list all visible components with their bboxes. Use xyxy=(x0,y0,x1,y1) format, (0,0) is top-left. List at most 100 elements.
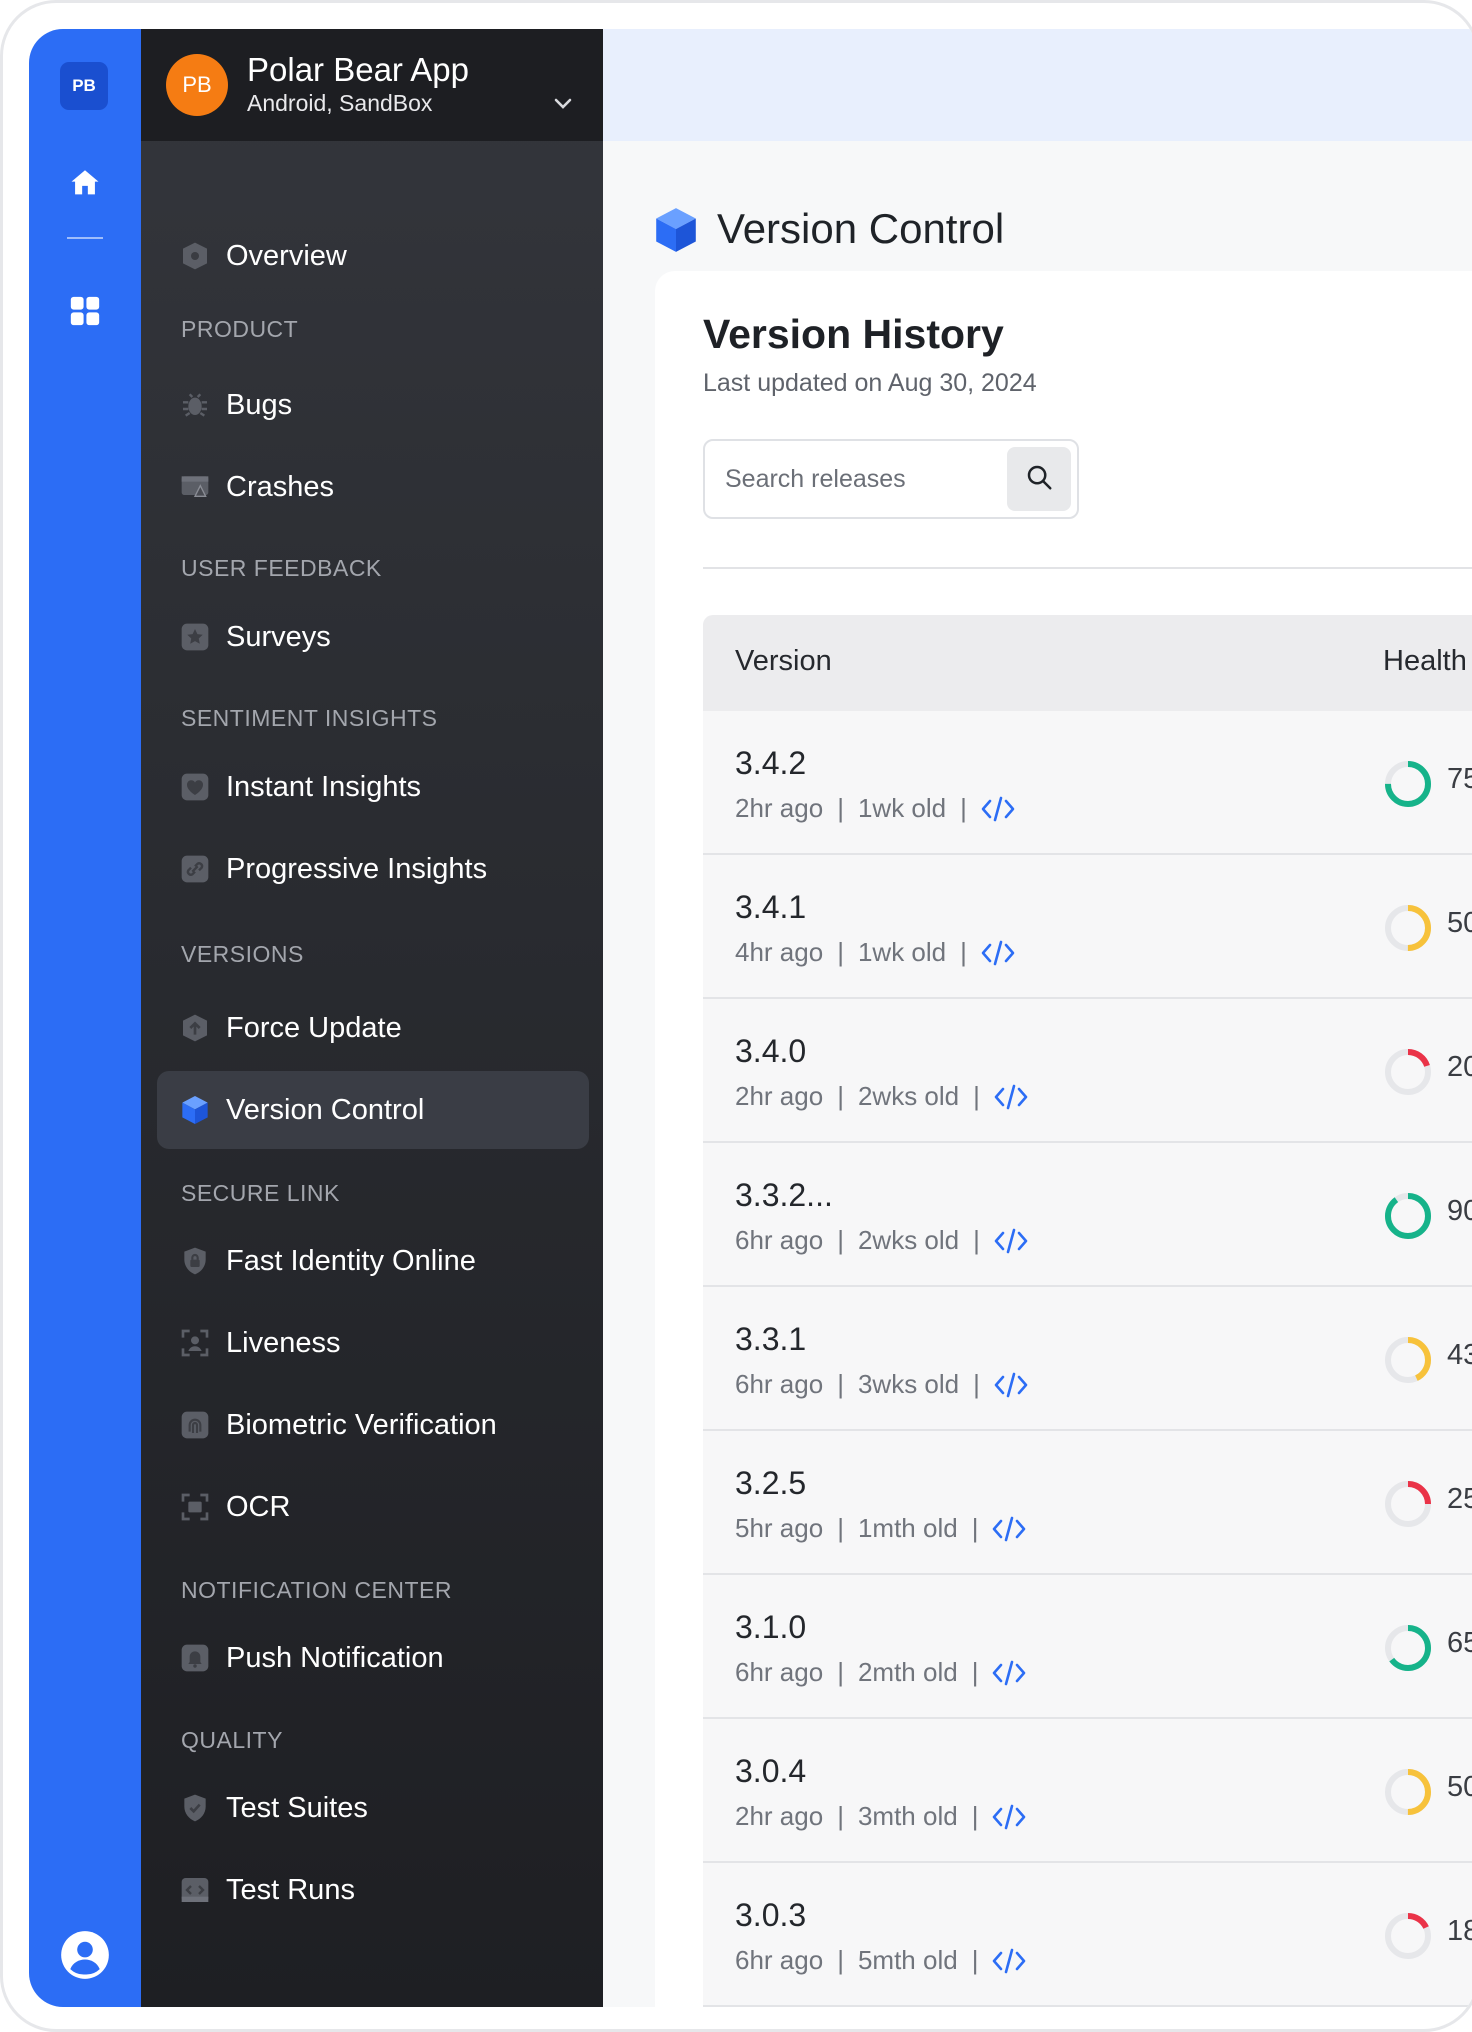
code-icon[interactable] xyxy=(981,939,1015,967)
version-number[interactable]: 3.3.1 xyxy=(735,1321,806,1358)
grid-icon[interactable] xyxy=(67,293,103,329)
nav-item-version-control[interactable]: Version Control xyxy=(157,1071,589,1149)
device-frame: PB PB Polar Bear App Android, SandBox Ov… xyxy=(0,0,1472,2032)
nav-label: Fast Identity Online xyxy=(226,1244,476,1277)
user-avatar-icon[interactable] xyxy=(59,1929,111,1981)
version-number[interactable]: 3.4.2 xyxy=(735,745,806,782)
separator: | xyxy=(837,937,844,967)
version-meta: 6hr ago | 2wks old | xyxy=(735,1225,1028,1256)
divider xyxy=(703,567,1472,569)
nav-item-bugs[interactable]: Bugs xyxy=(157,366,589,444)
nav-item-ocr[interactable]: OCR xyxy=(157,1468,589,1546)
app-avatar: PB xyxy=(166,54,228,116)
nav-item-surveys[interactable]: Surveys xyxy=(157,598,589,676)
code-icon[interactable] xyxy=(981,795,1015,823)
search-button[interactable] xyxy=(1007,447,1071,511)
release-age: 1mth old xyxy=(857,1513,958,1543)
health-score: 18 xyxy=(1447,1915,1472,1947)
release-age: 2wks old xyxy=(857,1225,960,1255)
app-screen: PB PB Polar Bear App Android, SandBox Ov… xyxy=(29,29,1472,2007)
separator: | xyxy=(971,1513,979,1543)
search-input[interactable] xyxy=(725,459,1005,499)
top-bar xyxy=(603,29,1472,141)
column-header-health[interactable]: Health xyxy=(1383,645,1467,678)
chevron-down-icon[interactable] xyxy=(553,97,573,116)
release-time: 5hr ago xyxy=(735,1513,824,1543)
release-time: 4hr ago xyxy=(735,937,824,967)
release-age: 1wk old xyxy=(857,937,947,967)
table-header: Version Health xyxy=(703,615,1472,711)
nav-item-progressive-insights[interactable]: Progressive Insights xyxy=(157,830,589,908)
nav-item-force-update[interactable]: Force Update xyxy=(157,989,589,1067)
health-ring xyxy=(1385,1769,1431,1815)
nav-item-overview[interactable]: Overview xyxy=(157,217,589,295)
column-header-version[interactable]: Version xyxy=(735,645,832,678)
table-row[interactable]: 3.0.4 2hr ago | 3mth old | 50 xyxy=(703,1719,1472,1863)
health-score: 50 xyxy=(1447,1771,1472,1803)
health-score: 65 xyxy=(1447,1627,1472,1659)
nav-label: Bugs xyxy=(226,388,293,421)
release-age: 2wks old xyxy=(857,1081,960,1111)
table-row[interactable]: 3.1.0 6hr ago | 2mth old | 65 xyxy=(703,1575,1472,1719)
version-number[interactable]: 3.0.3 xyxy=(735,1897,806,1934)
release-age: 3wks old xyxy=(857,1369,960,1399)
table-row[interactable]: 3.3.2... 6hr ago | 2wks old | 90 xyxy=(703,1143,1472,1287)
separator: | xyxy=(837,1225,844,1255)
home-icon[interactable] xyxy=(67,165,103,201)
nav-item-biometric-verification[interactable]: Biometric Verification xyxy=(157,1386,589,1464)
health-score: 25 xyxy=(1447,1483,1472,1515)
star-icon xyxy=(179,621,211,653)
separator: | xyxy=(837,793,844,823)
code-icon[interactable] xyxy=(992,1803,1026,1831)
nav-item-liveness[interactable]: Liveness xyxy=(157,1304,589,1382)
code-icon[interactable] xyxy=(992,1947,1026,1975)
table-row[interactable]: 3.4.2 2hr ago | 1wk old | 75 xyxy=(703,711,1472,855)
version-number[interactable]: 3.2.5 xyxy=(735,1465,806,1502)
nav-item-push-notification[interactable]: Push Notification xyxy=(157,1619,589,1697)
app-switcher[interactable]: PB Polar Bear App Android, SandBox xyxy=(141,29,603,141)
separator: | xyxy=(960,937,967,967)
health-ring xyxy=(1385,1337,1431,1383)
code-icon[interactable] xyxy=(994,1371,1028,1399)
table-row[interactable]: 3.0.3 6hr ago | 5mth old | 18 xyxy=(703,1863,1472,2007)
nav-label: Force Update xyxy=(226,1011,402,1044)
release-age: 5mth old xyxy=(857,1945,958,1975)
nav-item-fido[interactable]: Fast Identity Online xyxy=(157,1222,589,1300)
code-icon[interactable] xyxy=(992,1659,1026,1687)
version-meta: 2hr ago | 1wk old | xyxy=(735,793,1015,824)
fingerprint-icon xyxy=(179,1409,211,1441)
shield-check-icon xyxy=(179,1792,211,1824)
nav-item-crashes[interactable]: Crashes xyxy=(157,448,589,526)
heart-icon xyxy=(179,771,211,803)
code-icon[interactable] xyxy=(994,1227,1028,1255)
separator: | xyxy=(837,1081,844,1111)
separator: | xyxy=(837,1513,844,1543)
version-meta: 2hr ago | 3mth old | xyxy=(735,1801,1026,1832)
table-row[interactable]: 3.2.5 5hr ago | 1mth old | 25 xyxy=(703,1431,1472,1575)
code-window-icon xyxy=(179,1874,211,1906)
nav-label: Test Suites xyxy=(226,1791,368,1824)
version-number[interactable]: 3.1.0 xyxy=(735,1609,806,1646)
health-score: 50 xyxy=(1447,907,1472,939)
nav-item-test-suites[interactable]: Test Suites xyxy=(157,1769,589,1847)
version-number[interactable]: 3.4.1 xyxy=(735,889,806,926)
table-row[interactable]: 3.4.0 2hr ago | 2wks old | 20 xyxy=(703,999,1472,1143)
code-icon[interactable] xyxy=(992,1515,1026,1543)
nav-item-test-runs[interactable]: Test Runs xyxy=(157,1851,589,1929)
version-number[interactable]: 3.0.4 xyxy=(735,1753,806,1790)
code-icon[interactable] xyxy=(994,1083,1028,1111)
version-number[interactable]: 3.4.0 xyxy=(735,1033,806,1070)
table-row[interactable]: 3.4.1 4hr ago | 1wk old | 50 xyxy=(703,855,1472,999)
nav-label: Overview xyxy=(226,239,347,272)
separator: | xyxy=(973,1225,980,1255)
workspace-badge[interactable]: PB xyxy=(60,62,108,110)
nav-item-instant-insights[interactable]: Instant Insights xyxy=(157,748,589,826)
section-quality: QUALITY xyxy=(181,1727,283,1753)
version-number[interactable]: 3.3.2... xyxy=(735,1177,833,1214)
version-meta: 2hr ago | 2wks old | xyxy=(735,1081,1028,1112)
nav-label: Progressive Insights xyxy=(226,852,488,885)
search-icon xyxy=(1024,462,1054,497)
table-row[interactable]: 3.3.1 6hr ago | 3wks old | 43 xyxy=(703,1287,1472,1431)
health-score: 90 xyxy=(1447,1195,1472,1227)
version-history-card: Version History Last updated on Aug 30, … xyxy=(655,271,1472,2007)
